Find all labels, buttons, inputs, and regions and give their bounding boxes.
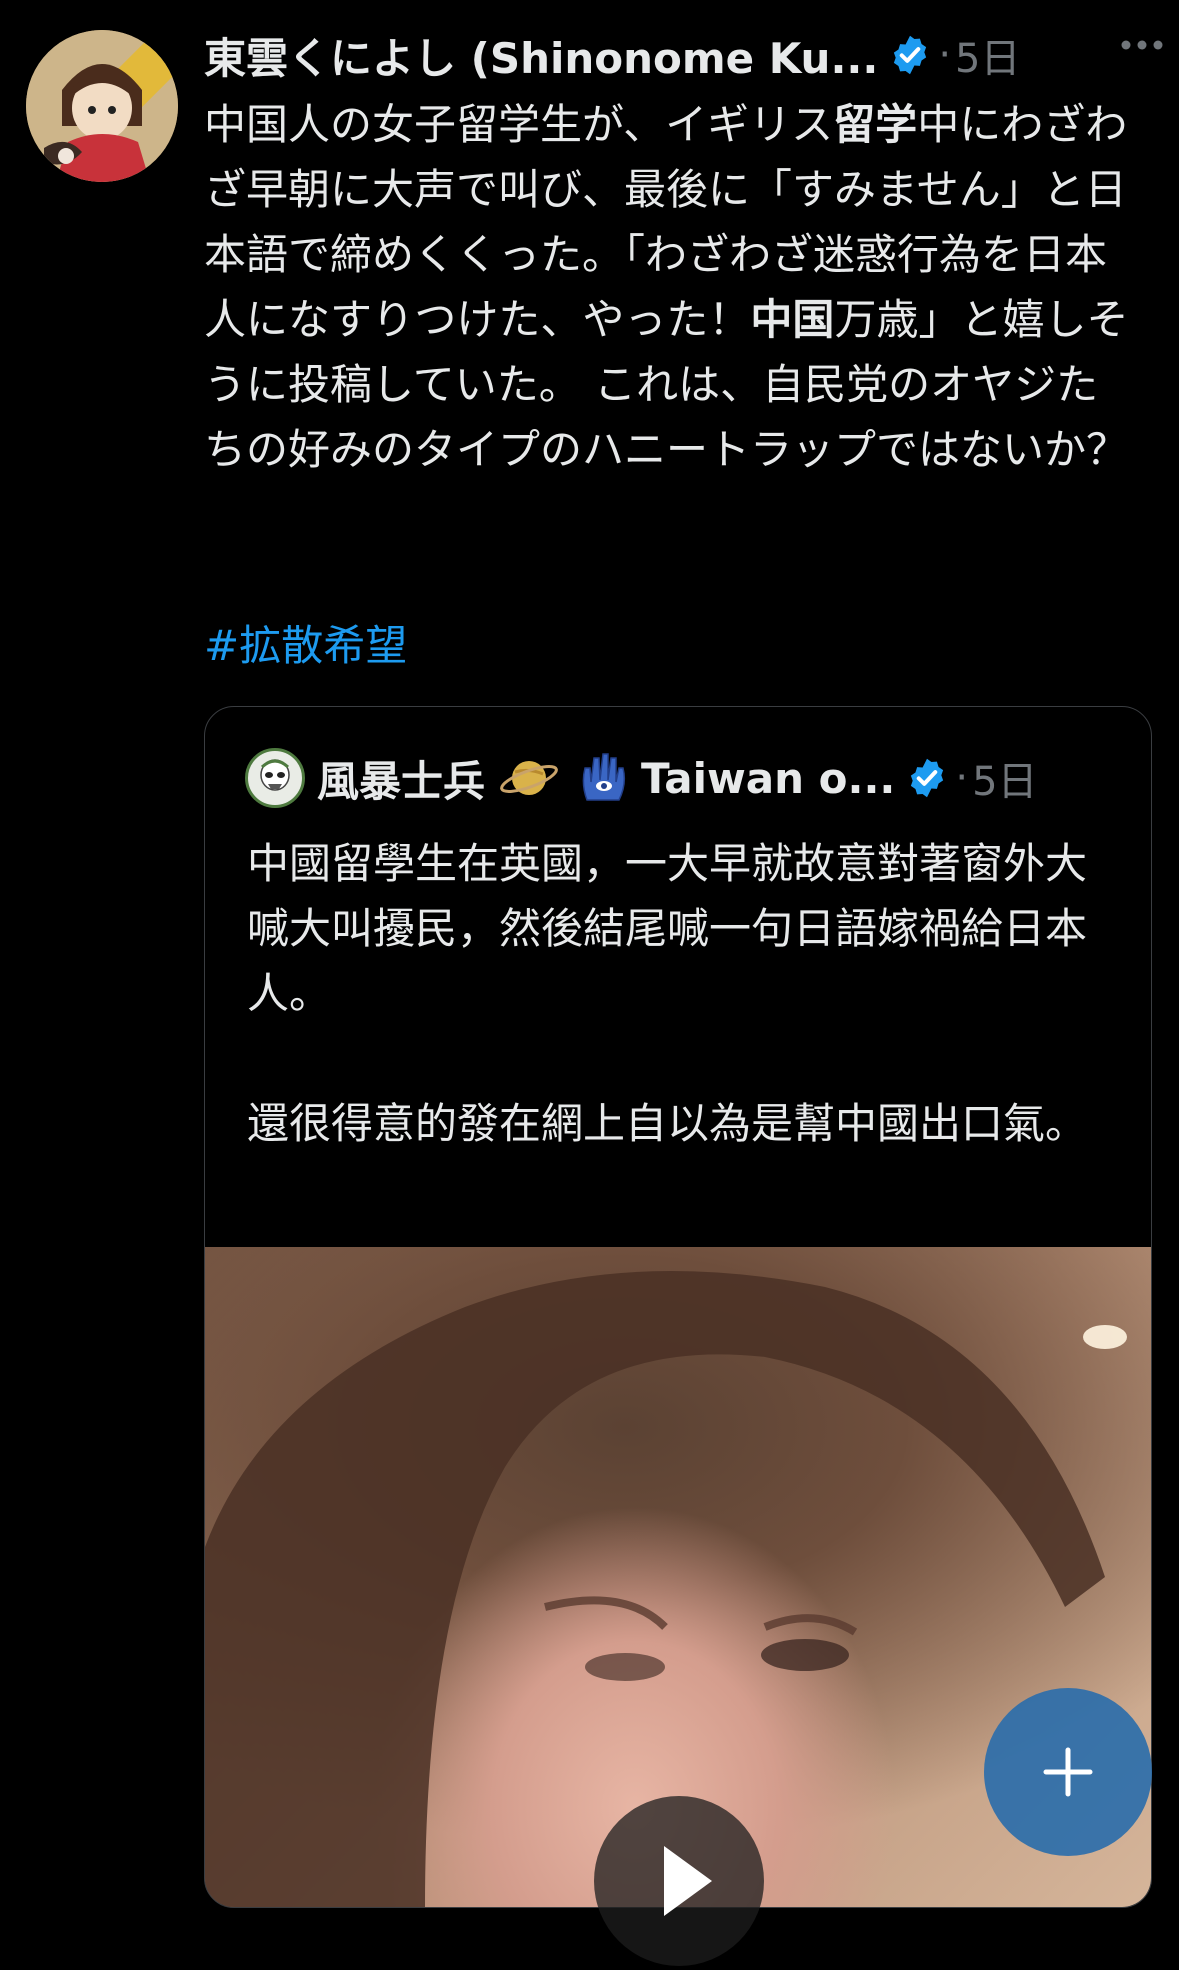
quoted-author-name-suffix[interactable]: Taiwan o...: [641, 754, 895, 803]
header-separator: ·: [938, 32, 952, 78]
quoted-paragraph-1: 中國留學生在英國，一大早就故意對著窗外大喊大叫擾民，然後結尾喊一句日語嫁禍給日本…: [247, 839, 1088, 1018]
ringed-planet-emoji: [500, 761, 558, 795]
compose-fab-button[interactable]: [984, 1688, 1152, 1856]
play-icon: [664, 1846, 712, 1916]
quoted-paragraph-2: 還很得意的發在網上自以為是幫中國出口氣。: [247, 1099, 1088, 1148]
quoted-header-separator: ·: [955, 755, 969, 801]
hamsa-emoji: [582, 753, 626, 801]
author-avatar[interactable]: [26, 30, 178, 182]
video-play-button[interactable]: [594, 1796, 764, 1966]
quoted-tweet-text: 中國留學生在英國，一大早就故意對著窗外大喊大叫擾民，然後結尾喊一句日語嫁禍給日本…: [247, 831, 1127, 1156]
tweet-header: 東雲くによし (Shinonome Ku... · 5日: [204, 24, 1164, 86]
quoted-tweet-timestamp[interactable]: 5日: [972, 749, 1037, 807]
author-display-name[interactable]: 東雲くによし (Shinonome Ku...: [204, 25, 878, 86]
verified-badge-icon: [894, 35, 927, 75]
quoted-author-avatar[interactable]: [245, 748, 305, 808]
tweet-text-bold: 中国: [750, 295, 835, 344]
tweet-timestamp[interactable]: 5日: [955, 26, 1020, 84]
plus-icon: [1043, 1747, 1093, 1797]
quoted-author-display-name[interactable]: 風暴士兵: [317, 748, 485, 809]
tweet-text-bold: 留学: [833, 100, 918, 149]
tweet-text-part: 中国人の女子留学生が、イギリス: [204, 100, 834, 149]
tweet-text: 中国人の女子留学生が、イギリス留学中にわざわざ早朝に大声で叫び、最後に「すみませ…: [204, 92, 1134, 482]
hashtag-link[interactable]: #拡散希望: [204, 612, 407, 673]
verified-badge-icon: [911, 758, 944, 798]
quoted-tweet-header: 風暴士兵 Taiwan o... · 5日: [245, 747, 1125, 809]
more-dots-icon[interactable]: [1120, 38, 1164, 52]
